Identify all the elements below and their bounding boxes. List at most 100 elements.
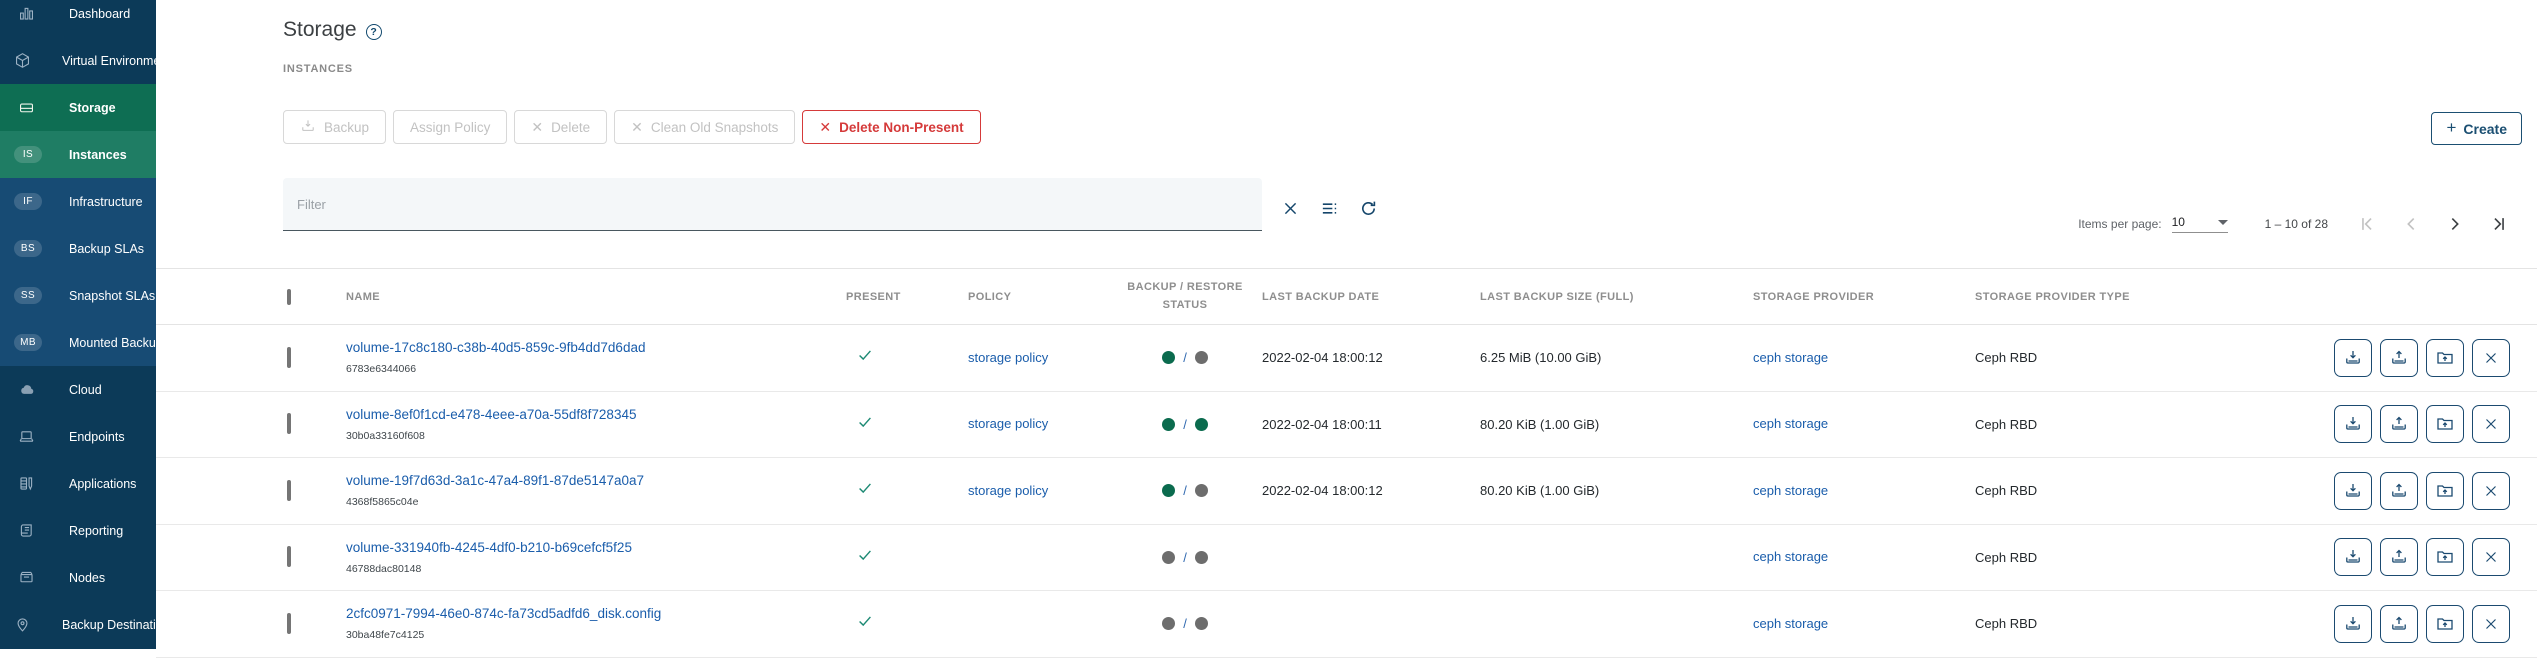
sidebar-item-storage[interactable]: Storage: [0, 84, 156, 131]
filter-input[interactable]: [283, 178, 1262, 230]
sidebar-item-reporting[interactable]: Reporting: [0, 507, 156, 554]
pager-controls: [2356, 213, 2510, 235]
file-restore-action-button[interactable]: [2426, 339, 2464, 377]
select-all-checkbox[interactable]: [287, 289, 291, 305]
sidebar-item-backup-slas[interactable]: BS Backup SLAs: [0, 225, 156, 272]
sidebar-item-applications[interactable]: Applications: [0, 460, 156, 507]
sidebar-item-label: Cloud: [69, 383, 102, 397]
restore-action-button[interactable]: [2380, 538, 2418, 576]
assign-policy-button[interactable]: Assign Policy: [393, 110, 507, 144]
sidebar-item-backup-destinations[interactable]: Backup Destinations: [0, 601, 156, 648]
status-separator: /: [1183, 483, 1187, 498]
sidebar-item-dashboard[interactable]: Dashboard: [0, 0, 156, 37]
file-restore-action-button[interactable]: [2426, 605, 2464, 643]
close-icon: ✕: [531, 120, 543, 134]
instance-name-link[interactable]: volume-19f7d63d-3a1c-47a4-89f1-87de5147a…: [346, 473, 846, 488]
storage-provider-type: Ceph RBD: [1975, 550, 2197, 565]
instance-id: 6783e6344066: [346, 363, 846, 375]
column-header-present: PRESENT: [846, 291, 968, 303]
node-box-icon: [14, 569, 38, 586]
column-header-last-backup-date: LAST BACKUP DATE: [1262, 291, 1480, 303]
backup-button[interactable]: Backup: [283, 110, 386, 144]
last-backup-size: 6.25 MiB (10.00 GiB): [1480, 350, 1753, 365]
file-restore-action-button[interactable]: [2426, 472, 2464, 510]
storage-provider-link[interactable]: ceph storage: [1753, 549, 1828, 564]
items-per-page-select[interactable]: 10: [2172, 215, 2228, 233]
cloud-icon: [14, 381, 38, 398]
create-button[interactable]: + Create: [2431, 112, 2522, 145]
backup-action-button[interactable]: [2334, 605, 2372, 643]
storage-provider-link[interactable]: ceph storage: [1753, 416, 1828, 431]
instances-badge: IS: [14, 146, 42, 163]
storage-provider-link[interactable]: ceph storage: [1753, 483, 1828, 498]
delete-button[interactable]: ✕ Delete: [514, 110, 607, 144]
present-check-icon: [846, 479, 968, 502]
create-button-label: Create: [2463, 121, 2507, 137]
sidebar-item-cloud[interactable]: Cloud: [0, 366, 156, 413]
delete-action-button[interactable]: [2472, 405, 2510, 443]
help-icon[interactable]: ?: [366, 24, 382, 40]
restore-status-dot: [1195, 617, 1208, 630]
backup-action-button[interactable]: [2334, 538, 2372, 576]
sidebar-item-endpoints[interactable]: Endpoints: [0, 413, 156, 460]
delete-action-button[interactable]: [2472, 605, 2510, 643]
backup-action-button[interactable]: [2334, 472, 2372, 510]
row-checkbox[interactable]: [287, 413, 291, 434]
backup-action-button[interactable]: [2334, 339, 2372, 377]
sidebar-item-nodes[interactable]: Nodes: [0, 554, 156, 601]
close-icon: ✕: [631, 120, 643, 134]
instance-name-link[interactable]: volume-331940fb-4245-4df0-b210-b69cefcf5…: [346, 540, 846, 555]
restore-action-button[interactable]: [2380, 339, 2418, 377]
storage-provider-link[interactable]: ceph storage: [1753, 616, 1828, 631]
delete-action-button[interactable]: [2472, 472, 2510, 510]
delete-action-button[interactable]: [2472, 538, 2510, 576]
file-restore-action-button[interactable]: [2426, 538, 2464, 576]
clean-old-snapshots-button-label: Clean Old Snapshots: [651, 120, 779, 135]
instance-name-link[interactable]: volume-17c8c180-c38b-40d5-859c-9fb4dd7d6…: [346, 340, 846, 355]
next-page-icon[interactable]: [2444, 213, 2466, 235]
row-checkbox[interactable]: [287, 613, 291, 634]
refresh-icon[interactable]: [1357, 197, 1379, 219]
clear-filter-icon[interactable]: [1279, 197, 1301, 219]
page-title-wrap: Storage ?: [283, 18, 382, 42]
table-row: volume-8ef0f1cd-e478-4eee-a70a-55df8f728…: [156, 392, 2537, 459]
previous-page-icon[interactable]: [2400, 213, 2422, 235]
policy-link[interactable]: storage policy: [968, 416, 1048, 431]
sidebar-item-label: Backup SLAs: [69, 242, 144, 256]
sidebar-item-label: Storage: [69, 101, 116, 115]
last-page-icon[interactable]: [2488, 213, 2510, 235]
policy-link[interactable]: storage policy: [968, 350, 1048, 365]
sidebar-item-mounted-backups[interactable]: MB Mounted Backups: [0, 319, 156, 366]
sidebar-item-label: Nodes: [69, 571, 105, 585]
clean-old-snapshots-button[interactable]: ✕ Clean Old Snapshots: [614, 110, 795, 144]
instance-id: 30ba48fe7c4125: [346, 629, 846, 641]
laptop-icon: [14, 428, 38, 445]
column-header-policy: POLICY: [968, 291, 1108, 303]
columns-menu-icon[interactable]: [1318, 197, 1340, 219]
filter-field: [283, 178, 1262, 231]
sidebar-item-virtual-environments[interactable]: Virtual Environments: [0, 37, 156, 84]
sidebar-item-snapshot-slas[interactable]: SS Snapshot SLAs: [0, 272, 156, 319]
status-separator: /: [1183, 350, 1187, 365]
restore-action-button[interactable]: [2380, 405, 2418, 443]
restore-action-button[interactable]: [2380, 605, 2418, 643]
restore-status-dot: [1195, 351, 1208, 364]
delete-non-present-button[interactable]: ✕ Delete Non-Present: [802, 110, 980, 144]
policy-link[interactable]: storage policy: [968, 483, 1048, 498]
row-checkbox[interactable]: [287, 546, 291, 567]
sidebar-item-label: Infrastructure: [69, 195, 143, 209]
backup-action-button[interactable]: [2334, 405, 2372, 443]
sidebar-item-infrastructure[interactable]: IF Infrastructure: [0, 178, 156, 225]
restore-status-dot: [1195, 418, 1208, 431]
first-page-icon[interactable]: [2356, 213, 2378, 235]
storage-provider-link[interactable]: ceph storage: [1753, 350, 1828, 365]
sidebar-item-instances[interactable]: IS Instances: [0, 131, 156, 178]
instance-name-link[interactable]: 2cfc0971-7994-46e0-874c-fa73cd5adfd6_dis…: [346, 606, 846, 621]
delete-action-button[interactable]: [2472, 339, 2510, 377]
instance-name-link[interactable]: volume-8ef0f1cd-e478-4eee-a70a-55df8f728…: [346, 407, 846, 422]
file-restore-action-button[interactable]: [2426, 405, 2464, 443]
restore-action-button[interactable]: [2380, 472, 2418, 510]
row-checkbox[interactable]: [287, 480, 291, 501]
row-checkbox[interactable]: [287, 347, 291, 368]
section-label: INSTANCES: [283, 63, 353, 75]
